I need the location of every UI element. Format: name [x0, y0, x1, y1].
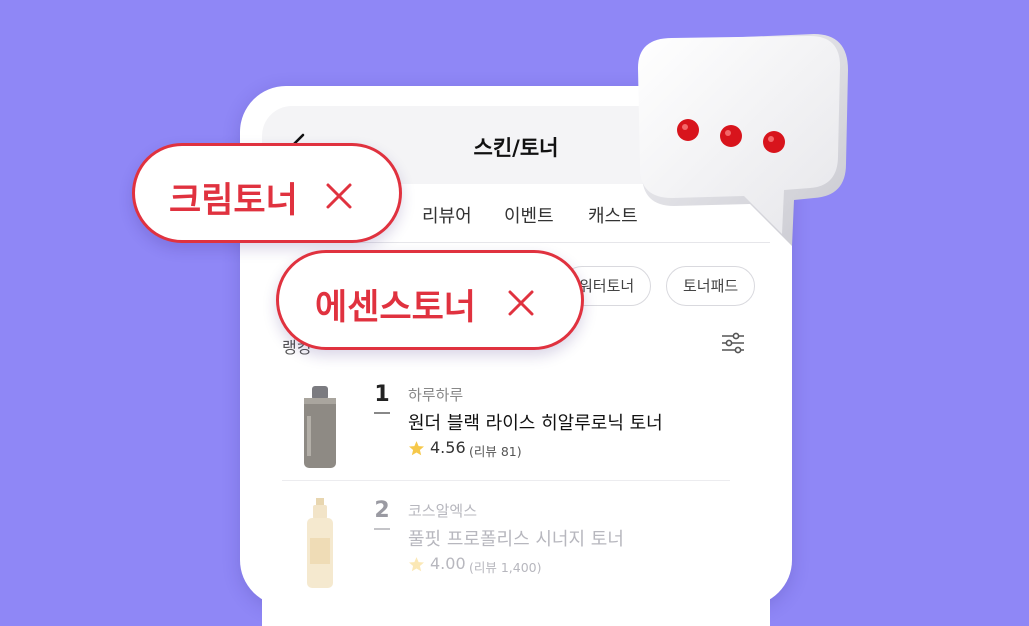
star-icon [408, 441, 425, 456]
close-icon[interactable] [325, 182, 353, 210]
product-name: 원더 블랙 라이스 히알루로닉 토너 [408, 413, 663, 434]
tab-event[interactable]: 이벤트 [504, 202, 554, 228]
rank-change [374, 528, 390, 530]
list-item[interactable]: 2 코스알엑스 풀핏 프로폴리스 시너지 토너 4.00 (리뷰 1,400) [262, 490, 770, 602]
tab-cast[interactable]: 캐스트 [588, 202, 638, 228]
product-rating: 4.56 [430, 438, 466, 457]
list-item[interactable]: 1 하루하루 원더 블랙 라이스 히알루로닉 토너 4.56 (리뷰 81) [262, 374, 770, 486]
product-brand: 코스알엑스 [408, 502, 478, 520]
rank-number: 2 [374, 498, 390, 523]
tag-label: 에센스토너 [315, 288, 477, 328]
divider [282, 480, 730, 481]
review-count: (리뷰 81) [469, 444, 522, 459]
review-count: (리뷰 1,400) [469, 560, 542, 575]
removed-tag-cream-toner[interactable]: 크림토너 [132, 143, 402, 243]
close-icon[interactable] [507, 289, 535, 317]
product-image [304, 386, 336, 468]
rank-change [374, 412, 390, 414]
star-icon [408, 557, 425, 572]
product-brand: 하루하루 [408, 386, 464, 404]
tag-label: 크림토너 [169, 181, 298, 221]
product-image [307, 498, 333, 588]
speech-bubble-icon [638, 34, 848, 246]
tab-reviewer[interactable]: 리뷰어 [422, 202, 472, 228]
filter-sliders-icon[interactable] [720, 330, 746, 356]
product-name: 풀핏 프로폴리스 시너지 토너 [408, 529, 624, 550]
removed-tag-essence-toner[interactable]: 에센스토너 [276, 250, 584, 350]
rank-number: 1 [374, 382, 390, 407]
chip-toner-pad[interactable]: 토너패드 [666, 266, 756, 306]
